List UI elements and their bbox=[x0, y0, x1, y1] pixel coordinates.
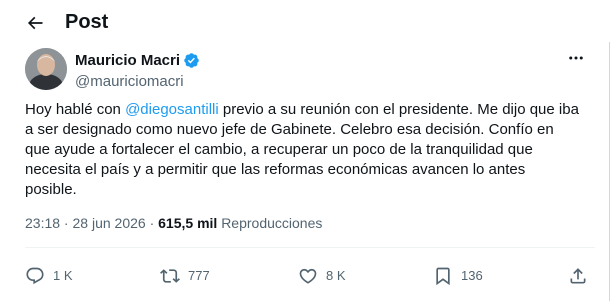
heart-icon bbox=[299, 268, 317, 284]
share-button[interactable] bbox=[568, 264, 588, 288]
post-text: Hoy hablé con @diegosantilli previo a su… bbox=[25, 100, 595, 200]
arrow-left-icon bbox=[27, 16, 43, 30]
post-text-line-5: posible. bbox=[25, 181, 77, 198]
mention-link[interactable]: @diegosantilli bbox=[125, 101, 219, 118]
action-bar: 1 K 777 8 K 136 bbox=[20, 264, 600, 288]
meta-separator-2: · bbox=[145, 215, 159, 231]
post-text-line-4: necesita el país y a permitir que las re… bbox=[25, 161, 526, 178]
bookmark-icon bbox=[436, 267, 450, 286]
page-header: Post bbox=[0, 0, 610, 42]
post-text-start: Hoy hablé con bbox=[25, 101, 126, 118]
bookmark-count: 136 bbox=[461, 268, 483, 283]
reply-count: 1 K bbox=[53, 268, 73, 283]
repost-count: 777 bbox=[188, 268, 210, 283]
display-name[interactable]: Mauricio Macri bbox=[75, 51, 180, 70]
author-handle[interactable]: @mauriciomacri bbox=[75, 72, 184, 91]
share-icon bbox=[570, 268, 586, 284]
avatar[interactable] bbox=[25, 48, 67, 90]
post-text-line-2: a ser designado como nuevo jefe de Gabin… bbox=[25, 121, 554, 138]
back-button[interactable] bbox=[23, 11, 47, 35]
meta-separator: · bbox=[60, 215, 73, 231]
avatar-photo bbox=[25, 48, 67, 90]
post-meta: 23:18 · 28 jun 2026 · 615,5 mil Reproduc… bbox=[25, 214, 322, 233]
page-title: Post bbox=[65, 11, 109, 33]
post-text-line-1-rest: previo a su reunión con el presidente. M… bbox=[218, 101, 579, 118]
post-text-line-1: Hoy hablé con @diegosantilli previo a su… bbox=[25, 100, 595, 120]
repost-button[interactable]: 777 bbox=[160, 264, 210, 288]
like-count: 8 K bbox=[326, 268, 346, 283]
verified-badge-icon bbox=[183, 52, 200, 69]
more-horizontal-icon bbox=[569, 56, 583, 60]
bookmark-button[interactable]: 136 bbox=[433, 264, 483, 288]
author-block: Mauricio Macri @mauriciomacri bbox=[25, 48, 595, 92]
like-button[interactable]: 8 K bbox=[298, 264, 346, 288]
post-time[interactable]: 23:18 bbox=[25, 215, 60, 231]
more-options-button[interactable] bbox=[563, 48, 589, 68]
reply-icon bbox=[26, 267, 44, 285]
divider bbox=[25, 247, 595, 248]
post-date[interactable]: 28 jun 2026 bbox=[73, 215, 146, 231]
repost-icon bbox=[160, 269, 180, 283]
post-detail-view: Post Mauricio Macri @mauriciomacri Hoy h… bbox=[0, 0, 614, 301]
views-label: Reproducciones bbox=[221, 215, 323, 231]
name-row: Mauricio Macri bbox=[75, 51, 200, 70]
post-text-line-3: que ayude a fortalecer el cambio, a recu… bbox=[25, 141, 533, 158]
views-count: 615,5 mil bbox=[158, 215, 218, 231]
reply-button[interactable]: 1 K bbox=[25, 264, 73, 288]
